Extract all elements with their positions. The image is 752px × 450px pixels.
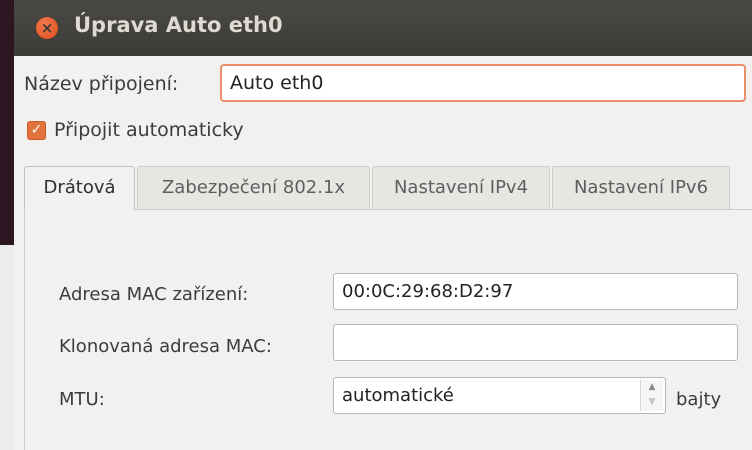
mtu-value: automatické [342, 385, 454, 406]
background-window-light-area [0, 245, 15, 450]
mac-address-field[interactable]: 00:0C:29:68:D2:97 [333, 273, 738, 310]
auto-connect-label[interactable]: Připojit automaticky [54, 119, 244, 141]
tab-wired[interactable]: Drátová [24, 166, 135, 211]
mac-address-label: Adresa MAC zařízení: [59, 284, 249, 305]
mtu-spinbox[interactable]: automatické ▲ ▼ [333, 377, 666, 414]
titlebar: × Úprava Auto eth0 [14, 0, 752, 56]
mtu-label: MTU: [59, 389, 105, 410]
auto-connect-checkbox[interactable]: ✓ [27, 121, 46, 140]
cloned-mac-label: Klonovaná adresa MAC: [59, 336, 272, 357]
close-button[interactable]: × [36, 17, 58, 39]
cloned-mac-field[interactable] [333, 324, 738, 361]
mtu-unit-label: bajty [676, 389, 722, 410]
background-window-dark-area [0, 0, 14, 245]
edit-connection-dialog: × Úprava Auto eth0 Název připojení: Auto… [14, 0, 752, 450]
mtu-spin-buttons: ▲ ▼ [640, 380, 663, 411]
wired-settings-panel: Adresa MAC zařízení: 00:0C:29:68:D2:97 K… [24, 209, 752, 450]
spin-down-icon[interactable]: ▼ [641, 395, 663, 410]
connection-name-input[interactable]: Auto eth0 [220, 64, 746, 102]
tab-ipv6-settings[interactable]: Nastavení IPv6 [552, 166, 730, 209]
spin-up-icon[interactable]: ▲ [641, 380, 663, 395]
window-title: Úprava Auto eth0 [74, 13, 283, 37]
tab-security-8021x[interactable]: Zabezpečení 802.1x [137, 166, 370, 209]
connection-name-label: Název připojení: [24, 73, 179, 95]
tab-ipv4-settings[interactable]: Nastavení IPv4 [372, 166, 550, 209]
check-icon: ✓ [30, 122, 43, 138]
close-icon: × [40, 18, 54, 37]
